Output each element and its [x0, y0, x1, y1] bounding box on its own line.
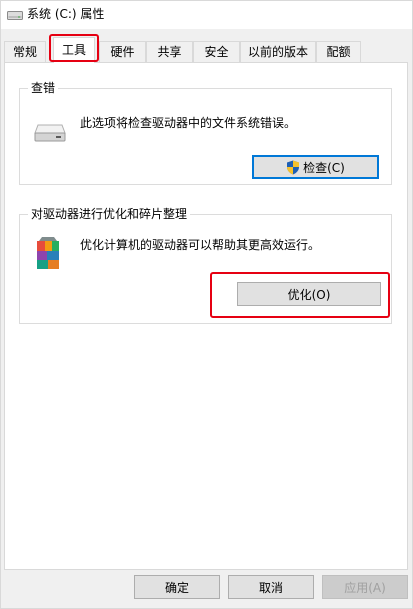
- error-check-group: 查错 此选项将检查驱动器中的文件系统错误。 检查(C): [19, 80, 392, 185]
- tab-security[interactable]: 安全: [193, 41, 240, 62]
- error-check-description: 此选项将检查驱动器中的文件系统错误。: [80, 116, 297, 130]
- optimize-description: 优化计算机的驱动器可以帮助其更高效运行。: [80, 238, 321, 252]
- tab-sharing[interactable]: 共享: [146, 41, 193, 62]
- title-bar: 系统 (C:) 属性: [1, 1, 412, 29]
- tab-hardware[interactable]: 硬件: [99, 41, 146, 62]
- drive-icon: [34, 124, 66, 142]
- apply-button[interactable]: 应用(A): [322, 575, 408, 599]
- tools-panel: 查错 此选项将检查驱动器中的文件系统错误。 检查(C) 对驱动器进行优化和碎片整…: [4, 62, 408, 570]
- tab-general[interactable]: 常规: [4, 41, 46, 62]
- optimize-group: 对驱动器进行优化和碎片整理 优化计算机的驱动器可以帮助其更高效运行。 优化(O): [19, 206, 392, 324]
- cancel-button[interactable]: 取消: [228, 575, 314, 599]
- shield-icon: [287, 160, 300, 174]
- window-title: 系统 (C:) 属性: [27, 7, 105, 21]
- check-button-label: 检查(C): [303, 160, 345, 175]
- tab-tools[interactable]: 工具: [53, 37, 95, 63]
- tab-previous-versions[interactable]: 以前的版本: [240, 41, 316, 62]
- optimize-button[interactable]: 优化(O): [237, 282, 381, 306]
- ok-button[interactable]: 确定: [134, 575, 220, 599]
- tab-quota[interactable]: 配额: [316, 41, 361, 62]
- tab-bar: 常规 工具 硬件 共享 安全 以前的版本 配额: [1, 37, 412, 63]
- properties-window: 系统 (C:) 属性 常规 工具 硬件 共享 安全 以前的版本 配额 查错 此选…: [0, 0, 413, 609]
- drive-icon: [7, 11, 23, 20]
- check-button[interactable]: 检查(C): [252, 155, 379, 179]
- defrag-icon: [37, 237, 59, 269]
- error-check-group-label: 查错: [28, 80, 59, 96]
- optimize-group-label: 对驱动器进行优化和碎片整理: [28, 206, 191, 222]
